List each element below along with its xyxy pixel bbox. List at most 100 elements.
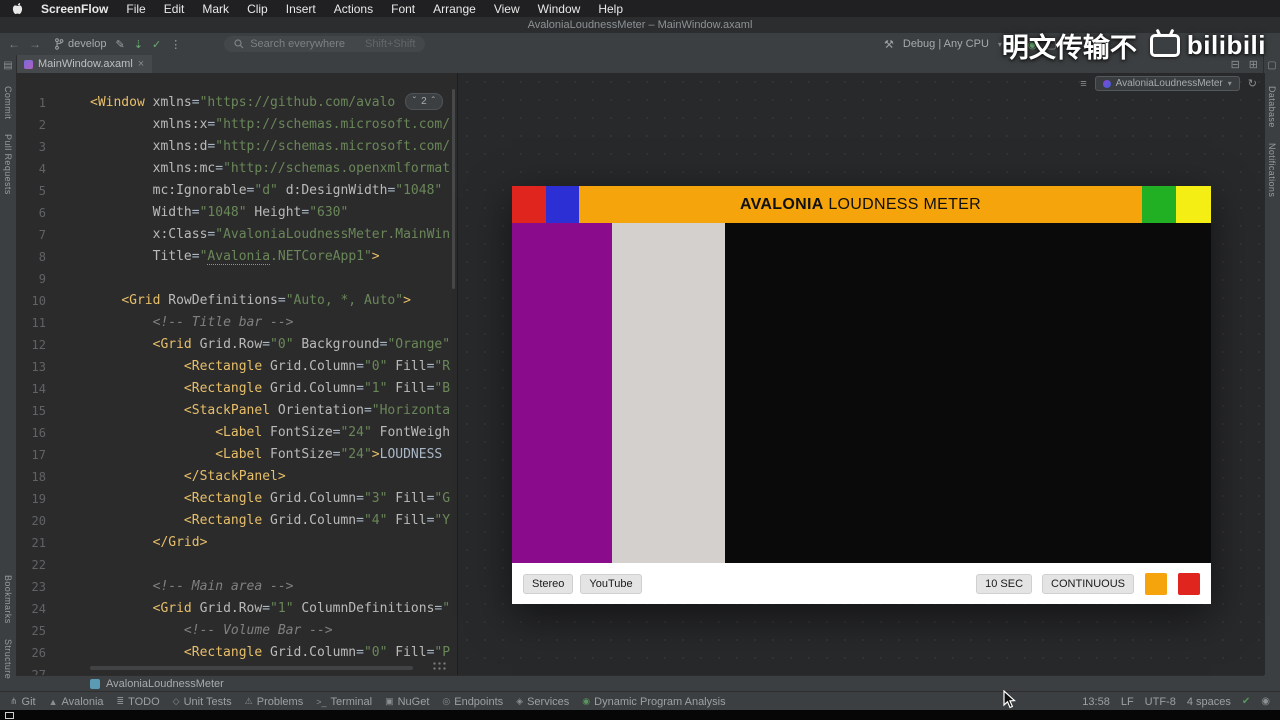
line-ending-indicator[interactable]: LF: [1121, 696, 1134, 708]
vcs-branch-widget[interactable]: develop: [54, 38, 107, 50]
line-number: 24: [31, 602, 46, 616]
orange-indicator[interactable]: [1145, 572, 1167, 595]
previewer-target-selector[interactable]: AvaloniaLoudnessMeter ▾: [1094, 76, 1240, 91]
more-actions-icon[interactable]: ⋮: [170, 38, 181, 51]
list-icon[interactable]: ≡: [1080, 78, 1086, 90]
tool-window-button-notifications[interactable]: Notifications: [1267, 143, 1277, 197]
tab-close-icon[interactable]: ×: [138, 58, 144, 70]
run-button[interactable]: ▶: [1011, 39, 1019, 50]
status-item-services[interactable]: ◈ Services: [516, 696, 569, 708]
titlebar-red-rect: [512, 186, 546, 223]
stereo-button[interactable]: Stereo: [523, 573, 574, 594]
tool-window-button-bookmarks[interactable]: Bookmarks: [3, 575, 13, 624]
status-item-label: Avalonia: [61, 695, 104, 708]
10-sec-button[interactable]: 10 SEC: [976, 573, 1033, 594]
menu-item-actions[interactable]: Actions: [334, 2, 373, 16]
chevron-down-icon[interactable]: ˇ: [413, 96, 416, 107]
tool-window-button-commit[interactable]: Commit: [3, 86, 13, 119]
code-line: 19 <Rectangle Grid.Column="3" Fill="G: [16, 488, 457, 510]
code-line: 16 <Label FontSize="24" FontWeigh: [16, 422, 457, 444]
menu-item-arrange[interactable]: Arrange: [433, 2, 476, 16]
red-indicator[interactable]: [1178, 572, 1200, 595]
status-item-terminal[interactable]: >_ Terminal: [316, 696, 372, 708]
analysis-status-icon[interactable]: ✔: [1242, 696, 1250, 707]
menubar-app-name[interactable]: ScreenFlow: [41, 2, 108, 16]
tab-mainwindow-axaml[interactable]: MainWindow.axaml ×: [16, 55, 153, 73]
window-title: AvaloniaLoudnessMeter – MainWindow.axaml: [527, 19, 753, 31]
commit-check-icon[interactable]: ✓: [152, 38, 161, 51]
line-number: 11: [31, 316, 46, 330]
line-code: x:Class="AvaloniaLoudnessMeter.MainWin: [152, 227, 451, 242]
encoding-indicator[interactable]: UTF-8: [1145, 696, 1176, 708]
menu-item-insert[interactable]: Insert: [286, 2, 316, 16]
status-item-unit-tests[interactable]: ◇ Unit Tests: [173, 696, 232, 708]
back-icon[interactable]: ←: [8, 37, 20, 51]
line-number: 27: [31, 668, 46, 675]
line-code: <Window xmlns="https://github.com/avalo: [90, 95, 396, 110]
apple-icon[interactable]: [12, 2, 23, 15]
vertical-scrollbar[interactable]: [452, 89, 455, 289]
tab-label: MainWindow.axaml: [38, 58, 133, 70]
explorer-icon[interactable]: ▤: [3, 60, 12, 71]
chevron-down-icon: ▾: [1227, 79, 1232, 88]
app-title-rest: LOUDNESS METER: [823, 195, 981, 213]
indent-indicator[interactable]: 4 spaces: [1187, 696, 1231, 708]
status-item-git[interactable]: ⋔ Git: [10, 696, 36, 708]
status-item-dynamic-program-analysis[interactable]: ◉ Dynamic Program Analysis: [582, 696, 725, 708]
breadcrumb[interactable]: AvaloniaLoudnessMeter: [106, 678, 224, 690]
code-line: 2 xmlns:x="http://schemas.microsoft.com/: [16, 114, 457, 136]
menu-item-clip[interactable]: Clip: [247, 2, 268, 16]
line-number: 18: [31, 470, 46, 484]
code-line: 26 <Rectangle Grid.Column="0" Fill="P: [16, 642, 457, 664]
menu-item-window[interactable]: Window: [538, 2, 581, 16]
split-view-icon[interactable]: ⊟: [1231, 58, 1240, 71]
youtube-button[interactable]: YouTube: [580, 573, 642, 594]
todo-icon: ≣: [116, 696, 125, 706]
menu-item-file[interactable]: File: [126, 2, 145, 16]
horizontal-scrollbar[interactable]: [90, 666, 413, 670]
left-tool-strip: ▤ Commit Pull Requests Bookmarks Structure: [0, 55, 17, 691]
run-configuration[interactable]: Debug | Any CPU: [903, 38, 989, 50]
branch-name: develop: [68, 38, 107, 50]
refresh-icon[interactable]: ↻: [1248, 77, 1257, 90]
status-item-problems[interactable]: ⚠ Problems: [245, 696, 304, 708]
avalonia-logo-icon: [1102, 79, 1111, 88]
chevron-down-icon[interactable]: ▾: [998, 40, 1002, 49]
status-item-nuget[interactable]: ▣ NuGet: [385, 696, 429, 708]
chevron-up-icon[interactable]: ˆ: [432, 96, 435, 107]
tool-window-button-pull-requests[interactable]: Pull Requests: [3, 134, 13, 195]
line-code: </Grid>: [152, 535, 208, 550]
forward-icon[interactable]: →: [29, 37, 41, 51]
menu-item-help[interactable]: Help: [598, 2, 623, 16]
edit-icon[interactable]: ✎: [116, 38, 125, 51]
menu-item-view[interactable]: View: [494, 2, 520, 16]
status-right: 13:58 LF UTF-8 4 spaces ✔ ◉: [1082, 696, 1270, 708]
menu-item-edit[interactable]: Edit: [164, 2, 185, 16]
build-hammer-icon[interactable]: ⚒: [884, 38, 894, 51]
layout-icon[interactable]: ⊞: [1249, 58, 1258, 71]
code-lines: 1 <Window xmlns="https://github.com/avalo…: [16, 92, 457, 675]
app-main-area: [512, 223, 1211, 563]
profile-button[interactable]: ▢: [1046, 38, 1056, 51]
menu-item-mark[interactable]: Mark: [202, 2, 229, 16]
resize-grip[interactable]: [432, 661, 448, 672]
titlebar-orange-area: AVALONIA LOUDNESS METER: [579, 186, 1142, 223]
status-item-avalonia[interactable]: ▲ Avalonia: [49, 696, 104, 708]
notifications-icon[interactable]: ◉: [1261, 696, 1270, 707]
code-line: 7 x:Class="AvaloniaLoudnessMeter.MainWin: [16, 224, 457, 246]
menu-item-font[interactable]: Font: [391, 2, 415, 16]
code-editor[interactable]: 1 <Window xmlns="https://github.com/avalo…: [16, 73, 457, 675]
notifications-bell-icon[interactable]: ▢: [1267, 60, 1276, 71]
status-item-todo[interactable]: ≣ TODO: [117, 696, 160, 708]
update-project-icon[interactable]: ⇣: [134, 38, 143, 51]
tool-window-button-database[interactable]: Database: [1267, 86, 1277, 128]
line-code: <Rectangle Grid.Column="0" Fill="P: [183, 645, 451, 660]
debug-button[interactable]: ◉: [1028, 38, 1038, 51]
screen: ScreenFlow File Edit Mark Clip Insert Actions…: [0, 0, 1280, 720]
tool-window-button-structure[interactable]: Structure: [3, 639, 13, 679]
inspections-widget[interactable]: ˇ 2 ˆ: [404, 93, 443, 110]
continuous-button[interactable]: CONTINUOUS: [1042, 573, 1134, 594]
meter-gray-bar: [612, 223, 725, 563]
search-everywhere[interactable]: Search everywhere Shift+Shift: [224, 36, 426, 52]
status-item-endpoints[interactable]: ◎ Endpoints: [442, 696, 503, 708]
